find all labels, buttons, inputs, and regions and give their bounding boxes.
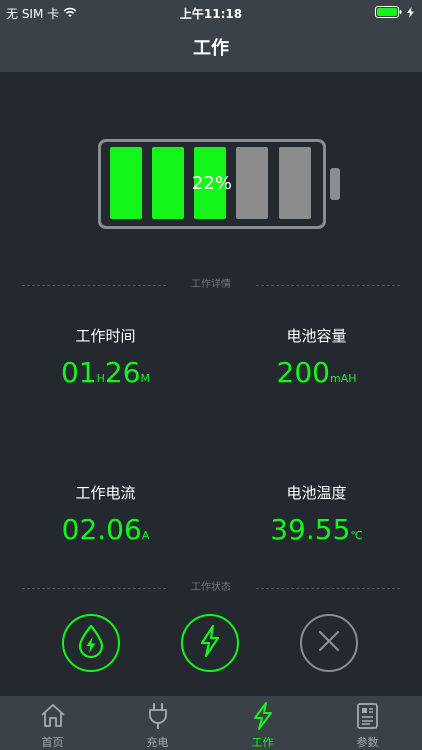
current-number: 02.06	[61, 513, 142, 546]
tab-work[interactable]: 工作	[210, 696, 315, 750]
tab-home-label: 首页	[41, 736, 64, 749]
page-title: 工作	[193, 38, 229, 59]
current-label: 工作电流	[75, 484, 136, 502]
current-unit: A	[141, 529, 150, 542]
status-bar: 无 SIM 卡 上午11:18	[0, 0, 422, 26]
capacity-number: 200	[276, 356, 330, 389]
battery-indicator: 22%	[98, 139, 342, 229]
battery-tip	[330, 168, 340, 200]
plug-icon	[105, 702, 210, 730]
drop-bolt-button[interactable]	[62, 614, 120, 672]
work-time-label: 工作时间	[75, 327, 136, 345]
drop-bolt-icon	[76, 624, 106, 662]
current-stat: 工作电流 02.06A	[0, 482, 211, 546]
bolt-button[interactable]	[181, 614, 239, 672]
temperature-label: 电池温度	[286, 484, 347, 502]
close-icon	[317, 629, 341, 657]
document-icon	[315, 702, 420, 730]
work-time-stat: 工作时间 01H26M	[0, 325, 211, 389]
work-time-minutes-unit: M	[140, 372, 151, 385]
tab-charge-label: 充电	[146, 736, 169, 749]
charging-bolt-icon	[407, 6, 414, 21]
bolt-icon	[210, 702, 315, 730]
capacity-unit: mAH	[329, 372, 357, 385]
tab-params[interactable]: 参数	[315, 696, 420, 750]
temperature-number: 39.55	[270, 513, 351, 546]
close-button[interactable]	[300, 614, 358, 672]
home-icon	[0, 702, 105, 730]
battery-percent: 22%	[191, 173, 232, 194]
nav-bar: 工作	[0, 26, 422, 72]
capacity-value: 200mAH	[211, 356, 422, 389]
work-time-value: 01H26M	[0, 356, 211, 389]
work-time-minutes: 26	[104, 356, 141, 389]
tab-work-label: 工作	[251, 736, 274, 749]
current-value: 02.06A	[0, 513, 211, 546]
tab-charge[interactable]: 充电	[105, 696, 210, 750]
work-time-hours: 01	[60, 356, 97, 389]
divider-line	[256, 285, 400, 286]
temperature-stat: 电池温度 39.55℃	[211, 482, 422, 546]
bolt-icon	[198, 624, 222, 661]
temperature-unit: ℃	[350, 529, 363, 542]
tab-params-label: 参数	[356, 736, 379, 749]
capacity-label: 电池容量	[286, 327, 347, 345]
status-divider: 工作状态	[22, 581, 400, 595]
tab-home[interactable]: 首页	[0, 696, 105, 750]
status-time: 上午11:18	[179, 7, 243, 21]
details-divider: 工作详情	[22, 278, 400, 292]
work-time-hours-unit: H	[96, 372, 105, 385]
divider-line	[256, 588, 400, 589]
status-right	[375, 6, 414, 21]
capacity-stat: 电池容量 200mAH	[211, 325, 422, 389]
tab-bar: 首页 充电 工作 参数	[0, 696, 422, 750]
battery-status-icon	[375, 6, 403, 21]
temperature-value: 39.55℃	[211, 513, 422, 546]
